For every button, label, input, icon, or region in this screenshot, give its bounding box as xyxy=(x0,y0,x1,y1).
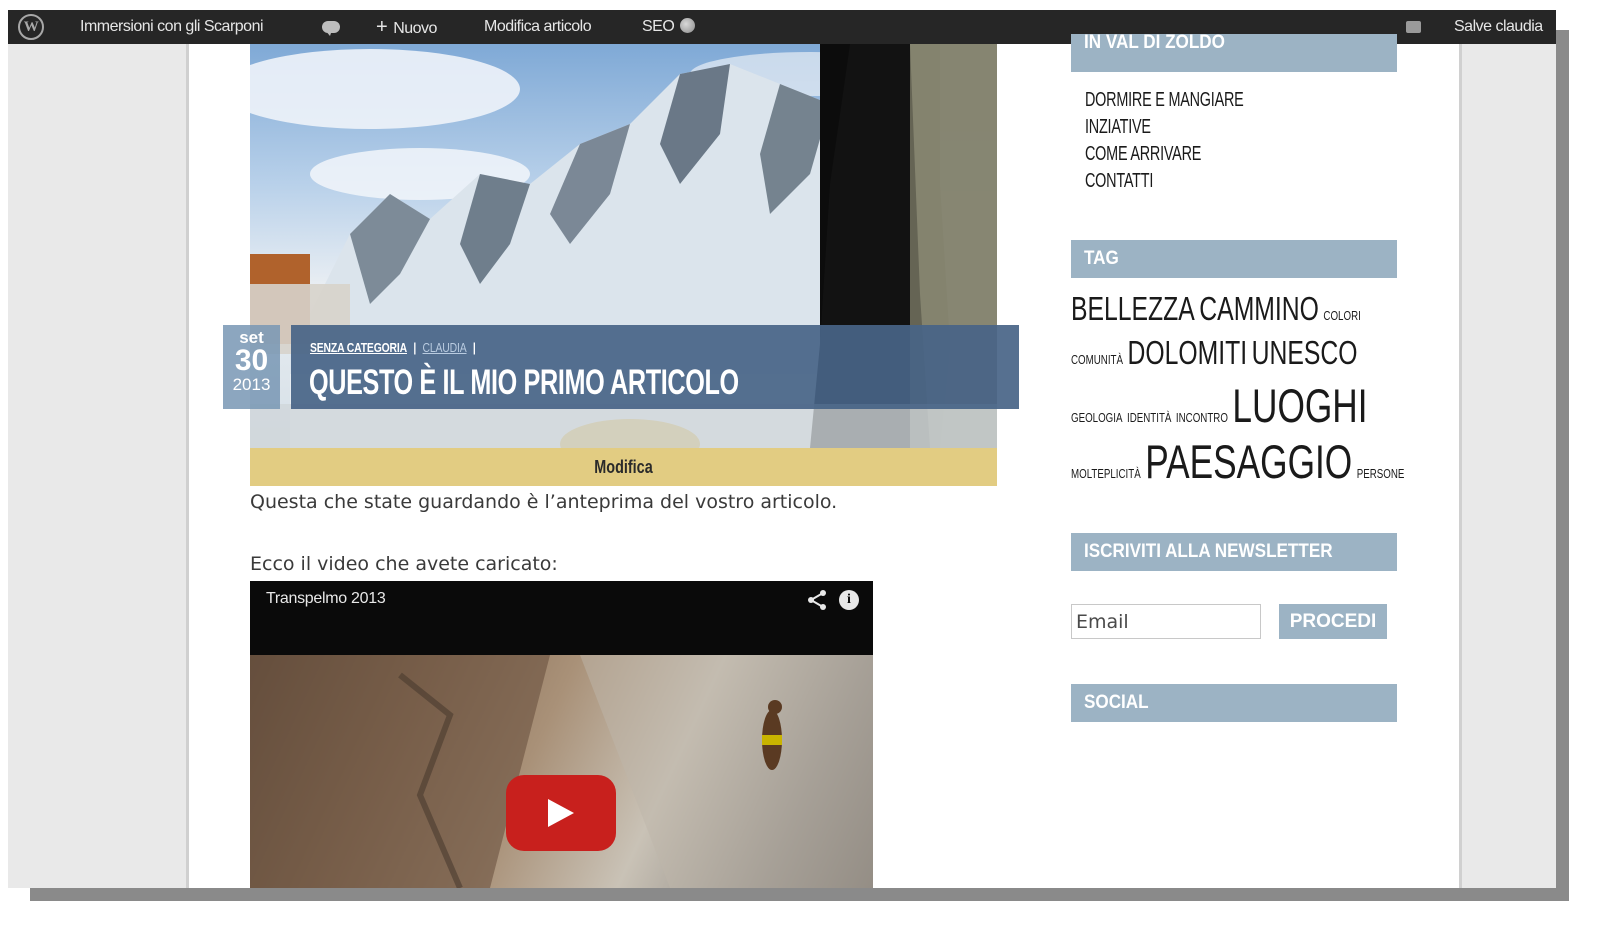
meta-separator: | xyxy=(413,340,417,355)
post-date-badge: set 30 2013 xyxy=(223,325,280,409)
edit-label: Modifica xyxy=(594,457,653,477)
date-year: 2013 xyxy=(232,375,271,394)
widget-title-tag: TAG xyxy=(1071,240,1397,278)
wordpress-logo-icon[interactable]: W xyxy=(18,10,46,44)
menu-item-dormire[interactable]: DORMIRE E MANGIARE xyxy=(1085,87,1244,114)
browser-viewport: W Immersioni con gli Scarponi + Nuovo Mod… xyxy=(8,10,1556,888)
widget-title-text: TAG xyxy=(1084,248,1119,269)
post-title-band: SENZA CATEGORIA | CLAUDIA | QUESTO È IL MIO… xyxy=(291,325,1019,409)
widget-title-text: SOCIAL xyxy=(1084,692,1149,713)
sidebar-menu: DORMIRE E MANGIARE INZIATIVE COME ARRIVA… xyxy=(1085,87,1305,195)
tag-link[interactable]: GEOLOGIA xyxy=(1071,410,1122,425)
tag-link[interactable]: LUOGHI xyxy=(1232,379,1367,432)
meta-separator: | xyxy=(472,340,476,355)
tag-link[interactable]: COMUNITÀ xyxy=(1071,352,1123,367)
video-header: Transpelmo 2013 i xyxy=(250,581,873,655)
tag-link[interactable]: DOLOMITI xyxy=(1128,334,1248,371)
new-label: Nuovo xyxy=(393,20,437,37)
embedded-video-player[interactable]: Transpelmo 2013 i xyxy=(250,581,873,888)
tag-link[interactable]: PAESAGGIO xyxy=(1145,435,1352,488)
video-title[interactable]: Transpelmo 2013 xyxy=(266,590,386,608)
seo-status-icon xyxy=(680,18,696,33)
window-shadow xyxy=(30,888,1569,901)
widget-title-val-di-zoldo: IN VAL DI ZOLDO xyxy=(1071,34,1397,72)
widget-title-text: IN VAL DI ZOLDO xyxy=(1084,34,1225,53)
plus-icon: + xyxy=(376,16,388,38)
widget-title-text: ISCRIVITI ALLA NEWSLETTER xyxy=(1084,541,1333,562)
notification-icon[interactable] xyxy=(1404,10,1424,44)
date-day: 30 xyxy=(234,344,269,377)
video-thumbnail xyxy=(250,655,873,888)
menu-item-contatti[interactable]: CONTATTI xyxy=(1085,168,1244,195)
menu-item-iniziative[interactable]: INZIATIVE xyxy=(1085,114,1244,141)
edit-post-button[interactable]: Modifica xyxy=(250,448,997,486)
site-name-link[interactable]: Immersioni con gli Scarponi xyxy=(80,10,264,44)
tag-link[interactable]: PERSONE xyxy=(1357,466,1405,481)
video-intro-paragraph: Ecco il video che avete caricato: xyxy=(250,553,558,575)
tag-link[interactable]: CAMMINO xyxy=(1199,290,1319,327)
seo-menu[interactable]: SEO xyxy=(642,10,696,44)
share-icon[interactable] xyxy=(806,589,828,611)
tag-link[interactable]: BELLEZZA xyxy=(1071,290,1195,327)
tag-link[interactable]: INCONTRO xyxy=(1176,410,1228,425)
seo-label: SEO xyxy=(642,18,675,35)
edit-post-link[interactable]: Modifica articolo xyxy=(484,10,592,44)
comments-icon[interactable] xyxy=(321,10,343,44)
email-input[interactable] xyxy=(1071,604,1261,639)
account-greeting[interactable]: Salve claudia xyxy=(1454,10,1543,44)
tag-link[interactable]: COLORI xyxy=(1323,308,1360,323)
menu-item-come-arrivare[interactable]: COME ARRIVARE xyxy=(1085,141,1244,168)
climber-rock-image xyxy=(250,655,873,888)
tag-link[interactable]: IDENTITÀ xyxy=(1127,410,1171,425)
post-title: QUESTO È IL MIO PRIMO ARTICOLO xyxy=(309,363,739,402)
proceed-button[interactable]: PROCEDI xyxy=(1279,604,1387,639)
preview-paragraph: Questa che state guardando è l’anteprima… xyxy=(250,491,838,513)
window-shadow xyxy=(1556,30,1569,900)
new-content-menu[interactable]: + Nuovo xyxy=(376,10,437,44)
post-meta: SENZA CATEGORIA | CLAUDIA | xyxy=(310,340,482,355)
info-icon[interactable]: i xyxy=(839,590,859,610)
play-button[interactable] xyxy=(506,775,616,851)
widget-title-social: SOCIAL xyxy=(1071,684,1397,722)
category-link[interactable]: SENZA CATEGORIA xyxy=(310,340,407,355)
author-link[interactable]: CLAUDIA xyxy=(423,340,467,355)
tag-link[interactable]: MOLTEPLICITÀ xyxy=(1071,466,1141,481)
play-icon xyxy=(548,799,574,827)
tag-link[interactable]: UNESCO xyxy=(1252,334,1358,371)
widget-title-newsletter: ISCRIVITI ALLA NEWSLETTER xyxy=(1071,533,1397,571)
